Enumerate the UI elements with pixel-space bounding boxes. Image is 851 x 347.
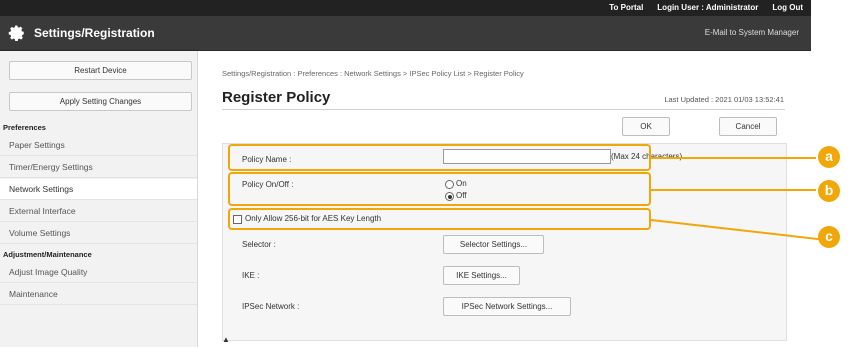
page-title: Register Policy xyxy=(222,89,331,106)
sidebar: Restart Device Apply Setting Changes Pre… xyxy=(0,51,198,347)
sidebar-item-timer-energy[interactable]: Timer/Energy Settings xyxy=(0,157,197,178)
to-portal-link[interactable]: To Portal xyxy=(609,3,643,12)
highlight-policy-onoff xyxy=(228,172,651,206)
gear-icon xyxy=(8,25,24,41)
cancel-button[interactable]: Cancel xyxy=(719,117,777,136)
section-adjustment-maintenance: Adjustment/Maintenance xyxy=(3,250,92,259)
last-updated-text: Last Updated : 2021 01/03 13:52:41 xyxy=(664,95,784,104)
highlight-policy-name xyxy=(228,144,651,171)
leader-line-b xyxy=(651,189,816,191)
restart-device-button[interactable]: Restart Device xyxy=(9,61,192,80)
callout-a: a xyxy=(818,146,840,168)
sidebar-item-adjust-image-quality[interactable]: Adjust Image Quality xyxy=(0,262,197,283)
ike-settings-button[interactable]: IKE Settings... xyxy=(443,266,520,285)
sidebar-item-paper-settings[interactable]: Paper Settings xyxy=(0,135,197,156)
callout-b: b xyxy=(818,180,840,202)
collapse-arrow[interactable]: ▲ xyxy=(222,335,230,344)
email-system-manager-link[interactable]: E-Mail to System Manager xyxy=(705,28,799,37)
ike-label: IKE : xyxy=(242,271,260,280)
leader-line-a xyxy=(651,157,816,159)
selector-label: Selector : xyxy=(242,240,276,249)
highlight-only-allow-256 xyxy=(228,208,651,230)
sidebar-item-volume-settings[interactable]: Volume Settings xyxy=(0,223,197,244)
sidebar-item-external-interface[interactable]: External Interface xyxy=(0,201,197,222)
login-user-text: Login User : Administrator xyxy=(657,3,759,12)
logout-link[interactable]: Log Out xyxy=(772,3,803,12)
selector-settings-button[interactable]: Selector Settings... xyxy=(443,235,544,254)
header-bar: Settings/Registration E-Mail to System M… xyxy=(0,16,811,51)
ipsec-network-settings-button[interactable]: IPSec Network Settings... xyxy=(443,297,571,316)
top-bar: To Portal Login User : Administrator Log… xyxy=(0,0,811,16)
ipsec-network-label: IPSec Network : xyxy=(242,302,300,311)
ok-button[interactable]: OK xyxy=(622,117,670,136)
apply-setting-changes-button[interactable]: Apply Setting Changes xyxy=(9,92,192,111)
app-title: Settings/Registration xyxy=(34,26,155,40)
sidebar-item-maintenance[interactable]: Maintenance xyxy=(0,284,197,305)
breadcrumb: Settings/Registration : Preferences : Ne… xyxy=(222,69,524,78)
section-preferences: Preferences xyxy=(3,123,46,132)
sidebar-item-network-settings[interactable]: Network Settings xyxy=(0,179,197,200)
divider xyxy=(222,109,785,110)
callout-c: c xyxy=(818,226,840,248)
